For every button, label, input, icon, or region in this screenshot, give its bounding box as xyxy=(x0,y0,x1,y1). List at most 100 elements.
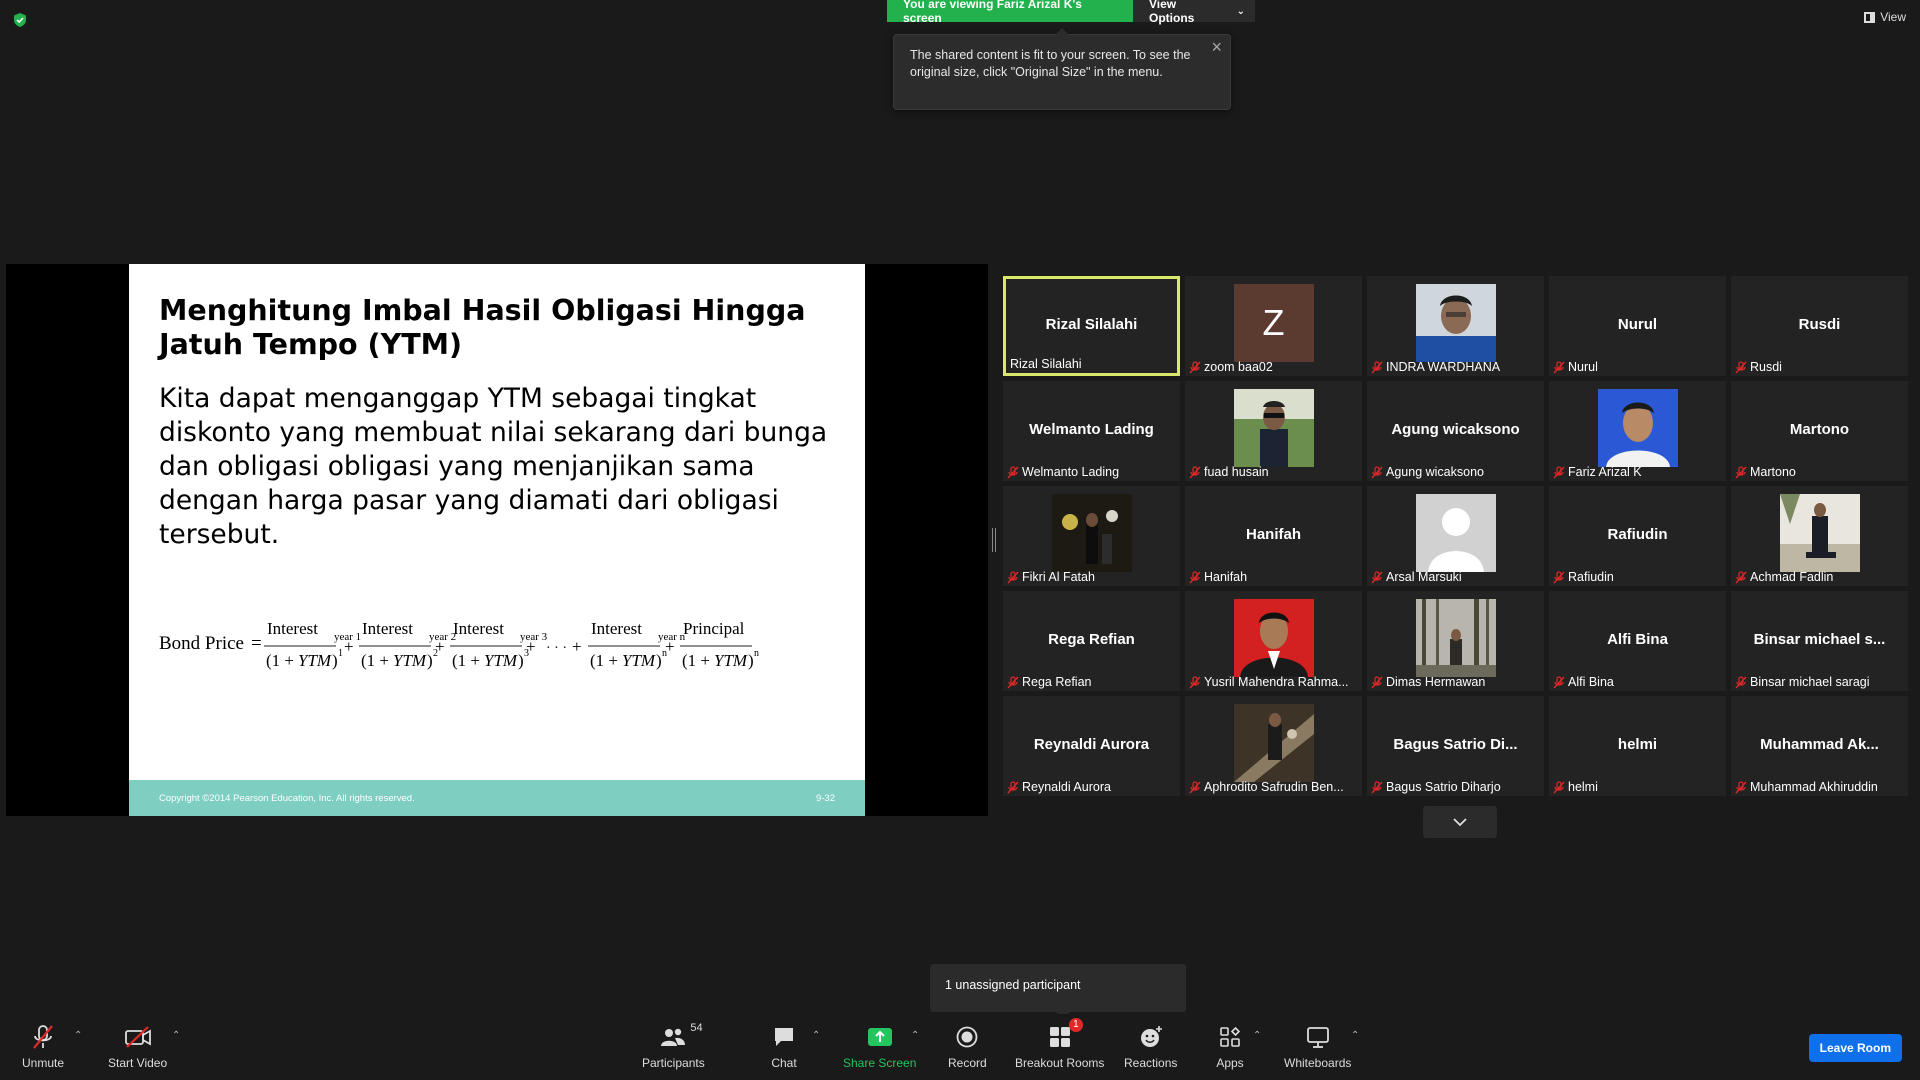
view-label: View xyxy=(1880,10,1906,24)
share-options-caret[interactable]: ⌃ xyxy=(911,1030,919,1041)
participant-tile[interactable]: Martono Martono xyxy=(1731,381,1908,481)
formula-plus: + xyxy=(435,637,445,656)
breakout-rooms-button[interactable]: 1 Breakout Rooms xyxy=(1015,1018,1105,1070)
participant-display-name: Martono xyxy=(1789,420,1850,438)
view-options-label: View Options xyxy=(1149,0,1195,25)
participant-name: fuad husain xyxy=(1204,465,1269,479)
mic-muted-icon xyxy=(1189,570,1201,583)
participant-name-label: Fariz Arizal K xyxy=(1553,465,1722,479)
apps-button[interactable]: Apps xyxy=(1215,1024,1245,1070)
participant-display-name: Rusdi xyxy=(1798,315,1841,333)
participant-name-label: Alfi Bina xyxy=(1553,675,1722,689)
participant-display-name: Alfi Bina xyxy=(1607,630,1668,648)
participant-display-name: Rafiudin xyxy=(1607,525,1668,543)
participant-tile[interactable]: Yusril Mahendra Rahma... xyxy=(1185,591,1362,691)
record-button[interactable]: Record xyxy=(948,1024,987,1070)
video-options-caret[interactable]: ⌃ xyxy=(172,1030,180,1041)
participant-tile[interactable]: Welmanto Lading Welmanto Lading xyxy=(1003,381,1180,481)
participant-display-name: Nurul xyxy=(1617,315,1658,333)
close-icon[interactable]: × xyxy=(1211,38,1222,56)
participant-name-label: Aphrodito Safrudin Ben... xyxy=(1189,780,1358,794)
participants-label: Participants xyxy=(642,1056,705,1070)
reactions-icon xyxy=(1136,1024,1166,1050)
participant-tile[interactable]: helmi helmi xyxy=(1549,696,1726,796)
participant-tile[interactable]: Fariz Arizal K xyxy=(1549,381,1726,481)
whiteboard-icon xyxy=(1303,1024,1333,1050)
formula-numerator: Interest xyxy=(267,619,318,638)
participant-tile[interactable]: Arsal Marsuki xyxy=(1367,486,1544,586)
participant-tile[interactable]: Rafiudin Rafiudin xyxy=(1549,486,1726,586)
participant-tile[interactable]: fuad husain xyxy=(1185,381,1362,481)
participant-tile[interactable]: Achmad Fadlin xyxy=(1731,486,1908,586)
participant-tile[interactable]: INDRA WARDHANA xyxy=(1367,276,1544,376)
participant-tile[interactable]: Rusdi Rusdi xyxy=(1731,276,1908,376)
apps-options-caret[interactable]: ⌃ xyxy=(1253,1030,1261,1041)
participant-tile[interactable]: Alfi Bina Alfi Bina xyxy=(1549,591,1726,691)
participant-tile[interactable]: Aphrodito Safrudin Ben... xyxy=(1185,696,1362,796)
participant-tile[interactable]: Fikri Al Fatah xyxy=(1003,486,1180,586)
participant-tile[interactable]: Binsar michael s... Binsar michael saragi xyxy=(1731,591,1908,691)
participant-display-name: Hanifah xyxy=(1245,525,1301,543)
participant-tile[interactable]: Reynaldi Aurora Reynaldi Aurora xyxy=(1003,696,1180,796)
participant-tile[interactable]: Zzoom baa02 xyxy=(1185,276,1362,376)
video-off-icon xyxy=(123,1024,153,1050)
slide-title: Menghitung Imbal Hasil Obligasi Hingga J… xyxy=(159,294,806,361)
gallery-next-page-button[interactable] xyxy=(1423,806,1497,838)
participant-tile[interactable]: Nurul Nurul xyxy=(1549,276,1726,376)
leave-room-button[interactable]: Leave Room xyxy=(1808,1034,1902,1062)
participant-tile[interactable]: Rizal Silalahi Rizal Silalahi xyxy=(1003,276,1180,376)
breakout-rooms-label: Breakout Rooms xyxy=(1015,1056,1105,1070)
mic-muted-icon xyxy=(1007,570,1019,583)
audio-options-caret[interactable]: ⌃ xyxy=(74,1030,82,1041)
chat-button[interactable]: Chat xyxy=(769,1024,799,1070)
participant-tile[interactable]: Agung wicaksono Agung wicaksono xyxy=(1367,381,1544,481)
participant-display-name: Muhammad Ak... xyxy=(1760,735,1879,753)
mic-muted-icon xyxy=(1371,570,1383,583)
view-layout-button[interactable]: View xyxy=(1864,10,1906,24)
formula-denominator: (1 + xyxy=(682,651,710,670)
formula-paren: ) xyxy=(427,651,433,670)
participant-name: Achmad Fadlin xyxy=(1750,570,1834,584)
participant-name-label: Dimas Hermawan xyxy=(1371,675,1540,689)
view-options-button[interactable]: View Options ⌄ xyxy=(1133,0,1255,25)
svg-text:=: = xyxy=(251,633,262,654)
zoom-meeting-window: You are viewing Fariz Arizal K's screen … xyxy=(0,0,1920,1080)
share-screen-button[interactable]: Share Screen xyxy=(843,1024,916,1070)
participant-tile[interactable]: Dimas Hermawan xyxy=(1367,591,1544,691)
participant-name: Agung wicaksono xyxy=(1386,465,1484,479)
participant-tile[interactable]: Bagus Satrio Di... Bagus Satrio Diharjo xyxy=(1367,696,1544,796)
whiteboards-options-caret[interactable]: ⌃ xyxy=(1351,1030,1359,1041)
participant-avatar-photo xyxy=(1051,494,1132,572)
unmute-button[interactable]: Unmute xyxy=(22,1024,64,1070)
formula-paren: ) xyxy=(518,651,524,670)
formula-denominator: (1 + xyxy=(452,651,480,670)
participant-tile[interactable]: Hanifah Hanifah xyxy=(1185,486,1362,586)
participants-button[interactable]: 54 Participants xyxy=(642,1022,705,1070)
chat-options-caret[interactable]: ⌃ xyxy=(812,1030,820,1041)
splitter-handle[interactable] xyxy=(992,528,996,552)
unassigned-participant-popup[interactable]: 1 unassigned participant xyxy=(930,964,1186,1019)
participant-name: Fikri Al Fatah xyxy=(1022,570,1095,584)
participant-name: zoom baa02 xyxy=(1204,360,1273,374)
mic-muted-icon xyxy=(1007,675,1019,688)
mic-muted-icon xyxy=(1553,360,1565,373)
share-screen-label: Share Screen xyxy=(843,1056,917,1070)
unmute-label: Unmute xyxy=(22,1056,65,1070)
participant-tile[interactable]: Muhammad Ak... Muhammad Akhiruddin xyxy=(1731,696,1908,796)
participant-avatar-photo xyxy=(1779,494,1860,572)
shield-icon[interactable] xyxy=(12,12,28,28)
participant-name: Martono xyxy=(1750,465,1796,479)
breakout-rooms-badge: 1 xyxy=(1069,1018,1083,1032)
participant-name-label: Welmanto Lading xyxy=(1007,465,1176,479)
participants-count: 54 xyxy=(690,1022,703,1034)
mic-muted-icon xyxy=(1371,780,1383,793)
participant-tile[interactable]: Rega Refian Rega Refian xyxy=(1003,591,1180,691)
participant-name: Dimas Hermawan xyxy=(1386,675,1486,689)
start-video-button[interactable]: Start Video xyxy=(108,1024,167,1070)
chevron-down-icon xyxy=(1453,818,1467,827)
viewing-screen-label: You are viewing Fariz Arizal K's screen xyxy=(887,0,1133,25)
whiteboards-button[interactable]: Whiteboards xyxy=(1284,1024,1351,1070)
mic-muted-icon xyxy=(1007,465,1019,478)
reactions-button[interactable]: Reactions xyxy=(1124,1024,1177,1070)
participant-name-label: Fikri Al Fatah xyxy=(1007,570,1176,584)
